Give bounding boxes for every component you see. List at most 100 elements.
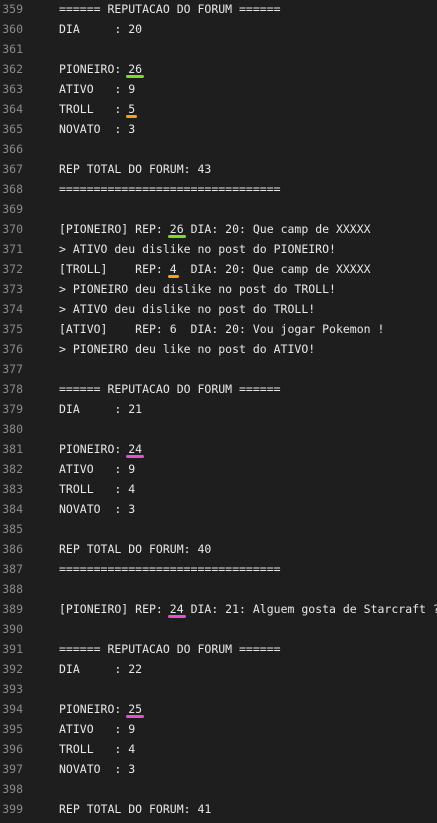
- highlighted-value: 24: [126, 439, 145, 459]
- line-number: 367: [2, 162, 23, 176]
- text-segment: ATIVO : 9: [59, 462, 136, 476]
- line-number: 370: [2, 222, 23, 236]
- line-text: NOVATO : 3: [59, 759, 135, 779]
- text-segment: [PIONEIRO] REP:: [59, 222, 170, 236]
- text-segment: ====== REPUTACAO DO FORUM ======: [59, 2, 281, 16]
- code-line: 397 NOVATO : 3: [0, 759, 437, 779]
- code-line: 378 ====== REPUTACAO DO FORUM ======: [0, 379, 437, 399]
- line-number: 359: [2, 2, 23, 16]
- underline-mark-green: [167, 235, 186, 238]
- text-segment: DIA : 22: [59, 662, 143, 676]
- text-segment: ====== REPUTACAO DO FORUM ======: [59, 642, 281, 656]
- code-line: 374 > ATIVO deu dislike no post do TROLL!: [0, 299, 437, 319]
- line-number: 380: [2, 422, 23, 436]
- line-number: 393: [2, 682, 23, 696]
- line-number: 395: [2, 722, 23, 736]
- code-line: 392 DIA : 22: [0, 659, 437, 679]
- code-line: 391 ====== REPUTACAO DO FORUM ======: [0, 639, 437, 659]
- code-line: 382 ATIVO : 9: [0, 459, 437, 479]
- code-line: 395 ATIVO : 9: [0, 719, 437, 739]
- line-number: 360: [2, 22, 23, 36]
- text-segment: [PIONEIRO] REP:: [59, 602, 170, 616]
- text-segment: > ATIVO deu dislike no post do PIONEIRO!: [59, 242, 336, 256]
- line-number: 385: [2, 522, 23, 536]
- underline-mark-orange: [167, 275, 179, 278]
- code-line: 388: [0, 579, 437, 599]
- line-text: ================================: [59, 179, 281, 199]
- text-segment: > ATIVO deu dislike no post do TROLL!: [59, 302, 316, 316]
- line-number: 383: [2, 482, 23, 496]
- line-number: 378: [2, 382, 23, 396]
- line-number: 398: [2, 782, 23, 796]
- line-number: 377: [2, 362, 23, 376]
- line-text: ATIVO : 9: [59, 79, 135, 99]
- highlighted-value-text: 24: [169, 602, 184, 616]
- line-number: 363: [2, 82, 23, 96]
- line-text: > PIONEIRO deu like no post do ATIVO!: [59, 339, 315, 359]
- text-segment: TROLL : 4: [59, 482, 136, 496]
- code-line: 394 PIONEIRO: 25: [0, 699, 437, 719]
- line-text: PIONEIRO: 26: [59, 59, 145, 79]
- line-number: 384: [2, 502, 23, 516]
- line-text: ================================: [59, 559, 281, 579]
- code-line: 379 DIA : 21: [0, 399, 437, 419]
- line-number: 394: [2, 702, 23, 716]
- line-number: 387: [2, 562, 23, 576]
- line-number: 361: [2, 42, 23, 56]
- code-line: 387 ================================: [0, 559, 437, 579]
- code-line: 364 TROLL : 5: [0, 99, 437, 119]
- line-number: 381: [2, 442, 23, 456]
- text-segment: > PIONEIRO deu dislike no post do TROLL!: [59, 282, 336, 296]
- terminal-output-panel[interactable]: 359 ====== REPUTACAO DO FORUM ====== 360 DI…: [0, 0, 437, 823]
- line-number: 366: [2, 142, 23, 156]
- line-text: PIONEIRO: 24: [59, 439, 145, 459]
- code-line: 372 [TROLL] REP: 4 DIA: 20: Que camp de X…: [0, 259, 437, 279]
- code-line: 380: [0, 419, 437, 439]
- line-number: 375: [2, 322, 23, 336]
- code-line: 369: [0, 199, 437, 219]
- text-segment: ATIVO : 9: [59, 82, 136, 96]
- underline-mark-pink: [126, 715, 145, 718]
- text-segment: > PIONEIRO deu like no post do ATIVO!: [59, 342, 316, 356]
- code-line: 365 NOVATO : 3: [0, 119, 437, 139]
- text-segment: DIA : 20: [59, 22, 143, 36]
- text-segment: PIONEIRO:: [59, 702, 129, 716]
- code-line: 396 TROLL : 4: [0, 739, 437, 759]
- code-line: 370 [PIONEIRO] REP: 26 DIA: 20: Que camp …: [0, 219, 437, 239]
- highlighted-value-text: 5: [128, 102, 136, 116]
- underline-mark-green: [126, 75, 145, 78]
- line-number: 382: [2, 462, 23, 476]
- text-segment: ATIVO : 9: [59, 722, 136, 736]
- line-number: 368: [2, 182, 23, 196]
- code-line: 383 TROLL : 4: [0, 479, 437, 499]
- highlighted-value: 24: [167, 599, 186, 619]
- code-line: 361: [0, 39, 437, 59]
- text-segment: [TROLL] REP:: [59, 262, 170, 276]
- code-line: 368 ================================: [0, 179, 437, 199]
- highlighted-value-text: 26: [169, 222, 184, 236]
- line-text: > ATIVO deu dislike no post do PIONEIRO!: [59, 239, 336, 259]
- highlighted-value: 25: [126, 699, 145, 719]
- line-number: 369: [2, 202, 23, 216]
- line-number: 399: [2, 802, 23, 816]
- code-line: 360 DIA : 20: [0, 19, 437, 39]
- line-text: ====== REPUTACAO DO FORUM ======: [59, 0, 281, 19]
- highlighted-value: 5: [126, 99, 138, 119]
- text-segment: DIA: 21: Alguem gosta de Starcraft ?: [183, 602, 437, 616]
- highlighted-value-text: 24: [128, 442, 143, 456]
- line-text: > ATIVO deu dislike no post do TROLL!: [59, 299, 315, 319]
- highlighted-value-text: 25: [128, 702, 143, 716]
- line-number: 362: [2, 62, 23, 76]
- code-line: 399 REP TOTAL DO FORUM: 41: [0, 799, 437, 819]
- line-text: ====== REPUTACAO DO FORUM ======: [59, 379, 281, 399]
- text-segment: TROLL : 4: [59, 742, 136, 756]
- text-segment: PIONEIRO:: [59, 62, 129, 76]
- line-number: 391: [2, 642, 23, 656]
- line-text: PIONEIRO: 25: [59, 699, 145, 719]
- line-number: 388: [2, 582, 23, 596]
- underline-mark-pink: [167, 615, 186, 618]
- code-line: 398: [0, 779, 437, 799]
- line-text: DIA : 21: [59, 399, 142, 419]
- line-text: > PIONEIRO deu dislike no post do TROLL!: [59, 279, 336, 299]
- underline-mark-orange: [126, 115, 138, 118]
